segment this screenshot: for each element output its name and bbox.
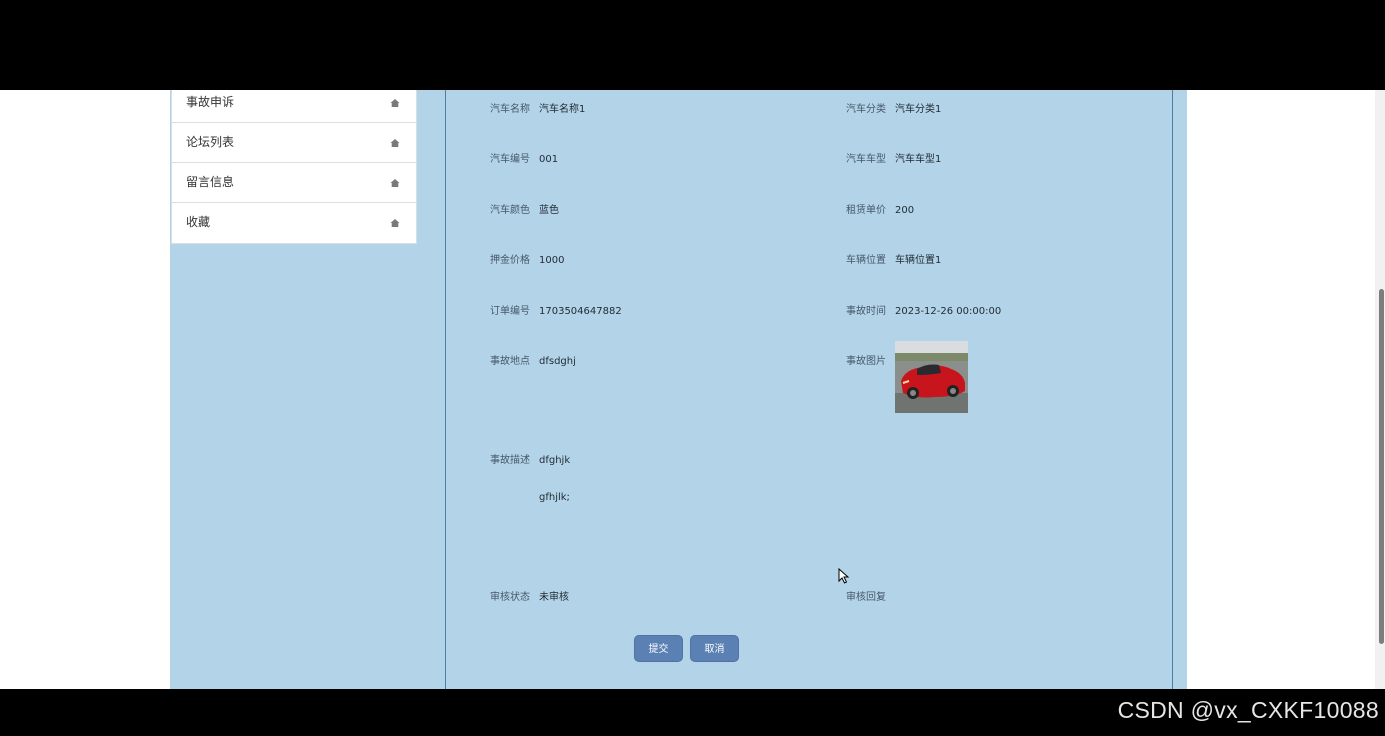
red-sports-car-image [895, 341, 968, 413]
field-label: 事故时间 [846, 306, 886, 317]
browser-viewport: 事故申诉 论坛列表 留言信息 收藏 汽车名称 汽车名称1 汽车分类 汽车分类1 汽车… [0, 90, 1385, 689]
field-value: dfsdghj [539, 356, 576, 367]
cancel-button[interactable]: 取消 [690, 635, 739, 662]
field-value: 001 [539, 154, 559, 165]
field-accident-description: 事故描述 dfghjk [490, 451, 570, 466]
field-label: 事故地点 [490, 356, 530, 367]
field-deposit: 押金价格 1000 [490, 251, 564, 266]
field-rent-price: 租赁单价 200 [846, 201, 914, 216]
field-accident-description-line2: gfhjlk; [539, 492, 570, 503]
video-letterbox-top [0, 0, 1385, 90]
field-location: 车辆位置 车辆位置1 [846, 251, 941, 266]
field-value: 汽车车型1 [895, 154, 942, 165]
sidebar-item-forum-list[interactable]: 论坛列表 [172, 123, 416, 163]
field-label: 事故描述 [490, 455, 530, 466]
home-icon [390, 139, 400, 147]
field-label: 订单编号 [490, 306, 530, 317]
page-scrollbar-thumb[interactable] [1379, 289, 1384, 644]
field-value: 汽车分类1 [895, 104, 942, 115]
field-car-color: 汽车颜色 蓝色 [490, 201, 559, 216]
field-label: 审核状态 [490, 592, 530, 603]
sidebar-item-messages[interactable]: 留言信息 [172, 163, 416, 203]
field-accident-image: 事故图片 [846, 352, 895, 367]
sidebar-item-label: 收藏 [186, 215, 211, 229]
field-value-line2: gfhjlk; [539, 492, 570, 503]
sidebar-item-label: 事故申诉 [186, 95, 235, 109]
mouse-cursor-icon [838, 568, 850, 584]
field-review-reply: 审核回复 [846, 588, 895, 603]
field-label: 汽车颜色 [490, 205, 530, 216]
field-label: 事故图片 [846, 356, 886, 367]
field-label: 押金价格 [490, 255, 530, 266]
field-value: 汽车名称1 [539, 104, 586, 115]
sidebar-menu: 事故申诉 论坛列表 留言信息 收藏 [171, 90, 417, 244]
field-value: 蓝色 [539, 205, 559, 216]
field-accident-place: 事故地点 dfsdghj [490, 352, 576, 367]
field-order-number: 订单编号 1703504647882 [490, 302, 622, 317]
field-value: 1703504647882 [539, 306, 622, 317]
field-value: 未审核 [539, 592, 569, 603]
home-icon [390, 179, 400, 187]
field-car-number: 汽车编号 001 [490, 150, 558, 165]
submit-button[interactable]: 提交 [634, 635, 683, 662]
field-value: 2023-12-26 00:00:00 [895, 306, 1002, 317]
detail-form-panel: 汽车名称 汽车名称1 汽车分类 汽车分类1 汽车编号 001 汽车车型 汽车车型1 汽车… [445, 90, 1173, 689]
sidebar-item-label: 留言信息 [186, 175, 235, 189]
field-label: 汽车分类 [846, 104, 886, 115]
field-car-name: 汽车名称 汽车名称1 [490, 100, 585, 115]
csdn-watermark: CSDN @vx_CXKF10088 [1117, 697, 1379, 723]
field-label: 租赁单价 [846, 205, 886, 216]
field-label: 车辆位置 [846, 255, 886, 266]
accident-image-thumbnail[interactable] [895, 341, 968, 413]
sidebar-item-accident-appeal[interactable]: 事故申诉 [172, 90, 416, 123]
field-value: 200 [895, 205, 915, 216]
field-label: 汽车编号 [490, 154, 530, 165]
field-label: 审核回复 [846, 592, 886, 603]
sidebar-item-label: 论坛列表 [186, 135, 235, 149]
home-icon [390, 99, 400, 107]
field-value: 车辆位置1 [895, 255, 942, 266]
field-car-model: 汽车车型 汽车车型1 [846, 150, 941, 165]
home-icon [390, 219, 400, 227]
field-review-status: 审核状态 未审核 [490, 588, 569, 603]
field-value: 1000 [539, 255, 565, 266]
sidebar-item-favorites[interactable]: 收藏 [172, 203, 416, 243]
field-car-category: 汽车分类 汽车分类1 [846, 100, 941, 115]
field-value-line1: dfghjk [539, 455, 571, 466]
field-label: 汽车车型 [846, 154, 886, 165]
field-label: 汽车名称 [490, 104, 530, 115]
field-accident-time: 事故时间 2023-12-26 00:00:00 [846, 302, 1001, 317]
